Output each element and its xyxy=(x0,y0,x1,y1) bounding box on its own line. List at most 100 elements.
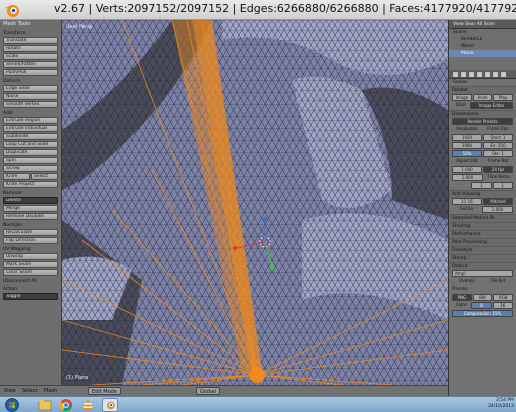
outliner-item-renderlayers[interactable]: RenderLa xyxy=(449,36,516,43)
overwrite-checkbox[interactable]: Overwri xyxy=(452,278,482,285)
resolution-y-field[interactable]: 1080 xyxy=(452,142,482,149)
push-pull-button[interactable]: Push/Pull xyxy=(3,69,58,76)
rgb-button[interactable]: RGB xyxy=(493,294,514,301)
noise-button[interactable]: Noise xyxy=(3,93,58,100)
color-depth-16-button[interactable]: 16 xyxy=(492,302,513,309)
edge-slide-button[interactable]: Edge Slide xyxy=(3,85,58,92)
rotate-button[interactable]: Rotate xyxy=(3,45,58,52)
tool-shelf-header[interactable]: Mesh Tools xyxy=(0,20,61,29)
flip-direction-button[interactable]: Flip Direction xyxy=(3,237,58,244)
properties-tabs xyxy=(449,70,516,79)
layers-tab-icon[interactable] xyxy=(461,72,466,77)
knife-project-button[interactable]: Knife Project xyxy=(3,181,58,188)
start-button-icon[interactable] xyxy=(4,398,20,412)
aa-filter-dropdown[interactable]: Mitchell xyxy=(483,198,513,205)
extrude-region-button[interactable]: Extrude Region xyxy=(3,117,58,124)
aa-samples-field[interactable]: 11 16 xyxy=(452,198,482,205)
unwrap-button[interactable]: Unwrap xyxy=(3,253,58,260)
render-anim-button[interactable]: Anim xyxy=(472,94,493,101)
sampled-motion-blur-panel[interactable]: Sampled Motion Bl xyxy=(449,214,516,222)
windows-taskbar: 3:54 PM 24/10/2013 xyxy=(0,396,516,412)
output-panel[interactable]: Output xyxy=(449,262,516,270)
modifier-tab-icon[interactable] xyxy=(493,72,498,77)
delete-dropdown[interactable]: Delete xyxy=(3,197,58,204)
loop-cut-button[interactable]: Loop Cut and Slide xyxy=(3,141,58,148)
scene-tab-icon[interactable] xyxy=(469,72,474,77)
compression-slider[interactable]: Compression: 15% xyxy=(452,310,513,317)
extrude-individual-button[interactable]: Extrude Individual xyxy=(3,125,58,132)
mode-dropdown[interactable]: Edit Mode xyxy=(88,387,121,395)
dimensions-panel-header[interactable]: Dimensions xyxy=(449,110,516,118)
view-menu[interactable]: View xyxy=(4,387,16,395)
file-format-dropdown[interactable]: PNG xyxy=(452,294,472,301)
action-dropdown[interactable]: Toggle xyxy=(3,293,58,300)
world-tab-icon[interactable] xyxy=(477,72,482,77)
render-presets-dropdown[interactable]: Render Presets xyxy=(452,118,513,125)
translate-button[interactable]: Translate xyxy=(3,37,58,44)
mesh-menu[interactable]: Mesh xyxy=(44,387,57,395)
disconnect-all-panel[interactable]: (Disconnect All xyxy=(0,277,61,285)
knife-select-button[interactable]: Select xyxy=(31,173,58,180)
resy-row: 1080 En: 250 xyxy=(449,142,516,149)
3d-viewport[interactable]: User Persp (1) Plane xyxy=(62,20,448,385)
render-play-button[interactable]: Play xyxy=(493,94,514,101)
uv-mapping-title: UV Mapping: xyxy=(3,247,32,252)
color-depth-row: Color 8 16 xyxy=(449,302,516,309)
freestyle-panel[interactable]: Freestyle xyxy=(449,246,516,254)
merge-button[interactable]: Merge xyxy=(3,205,58,212)
vlc-icon[interactable] xyxy=(80,398,96,412)
scale-button[interactable]: Scale xyxy=(3,53,58,60)
shading-panel[interactable]: Shading xyxy=(449,222,516,230)
object-tab-icon[interactable] xyxy=(485,72,490,77)
chrome-icon[interactable] xyxy=(58,398,74,412)
outliner-item-plane[interactable]: Plane xyxy=(449,50,516,57)
data-tab-icon[interactable] xyxy=(501,72,506,77)
full-sample-checkbox[interactable]: Full Sa xyxy=(452,206,481,213)
subdivide-button[interactable]: Subdivide xyxy=(3,133,58,140)
output-path-field[interactable]: /tmp\ xyxy=(452,270,513,277)
duplicate-button[interactable]: Duplicate xyxy=(3,149,58,156)
post-processing-panel[interactable]: Post Processing xyxy=(449,238,516,246)
color-depth-8-button[interactable]: 8 xyxy=(471,302,492,309)
color-depth-label: Color xyxy=(455,302,467,307)
frame-end-field[interactable]: En: 250 xyxy=(483,142,513,149)
clear-seam-button[interactable]: Clear Seam xyxy=(3,269,58,276)
bw-button[interactable]: BW xyxy=(472,294,493,301)
file-extensions-checkbox[interactable]: File Ext xyxy=(483,278,513,285)
performance-panel[interactable]: Performance xyxy=(449,230,516,238)
stamp-panel[interactable]: Stamp xyxy=(449,254,516,262)
spin-button[interactable]: Spin xyxy=(3,157,58,164)
outliner-item-world[interactable]: World xyxy=(449,43,516,50)
smooth-vertex-button[interactable]: Smooth Vertex xyxy=(3,101,58,108)
anti-aliasing-panel-header[interactable]: Anti-Aliasing xyxy=(449,190,516,198)
resolution-x-field[interactable]: 1920 xyxy=(452,134,482,141)
recalculate-button[interactable]: Recalculate xyxy=(3,229,58,236)
filter-size-field[interactable]: 1.000 xyxy=(482,206,513,213)
blender-taskbar-icon[interactable] xyxy=(102,398,118,412)
aspect-y-field[interactable]: 1.000 xyxy=(452,174,483,181)
remove-doubles-button[interactable]: Remove Doubles xyxy=(3,213,58,220)
file-explorer-icon[interactable] xyxy=(37,398,53,412)
resolution-percent-field[interactable]: 50% xyxy=(452,150,482,157)
time-remap-new-field[interactable]: 1 xyxy=(492,182,513,189)
frame-step-field[interactable]: Ste: 1 xyxy=(483,150,513,157)
outliner-item-scene[interactable]: Scene xyxy=(449,29,516,36)
placeholders-checkbox[interactable]: Placeho xyxy=(452,286,513,293)
fps-dropdown[interactable]: 24 fps xyxy=(483,166,513,173)
orientation-dropdown[interactable]: Global xyxy=(196,387,220,395)
mark-seam-button[interactable]: Mark Seam xyxy=(3,261,58,268)
screw-button[interactable]: Screw xyxy=(3,165,58,172)
render-tab-icon[interactable] xyxy=(453,72,458,77)
frame-start-field[interactable]: Start: 1 xyxy=(483,134,513,141)
render-image-button[interactable]: Image xyxy=(452,94,472,101)
render-panel-header[interactable]: Render xyxy=(449,86,516,94)
shrink-fatten-button[interactable]: Shrink/Fatten xyxy=(3,61,58,68)
display-dropdown[interactable]: Image Editor xyxy=(470,102,513,109)
outliner-header[interactable]: View Sear All Scen xyxy=(449,20,516,29)
time-remap-old-field[interactable]: 1 xyxy=(471,182,492,189)
aspect-x-field[interactable]: 1.000 xyxy=(452,166,482,173)
display-row: Displ Image Editor xyxy=(449,102,516,109)
taskbar-clock[interactable]: 3:54 PM 24/10/2013 xyxy=(488,398,514,410)
select-menu[interactable]: Select xyxy=(22,387,37,395)
knife-button[interactable]: Knife xyxy=(3,173,30,180)
